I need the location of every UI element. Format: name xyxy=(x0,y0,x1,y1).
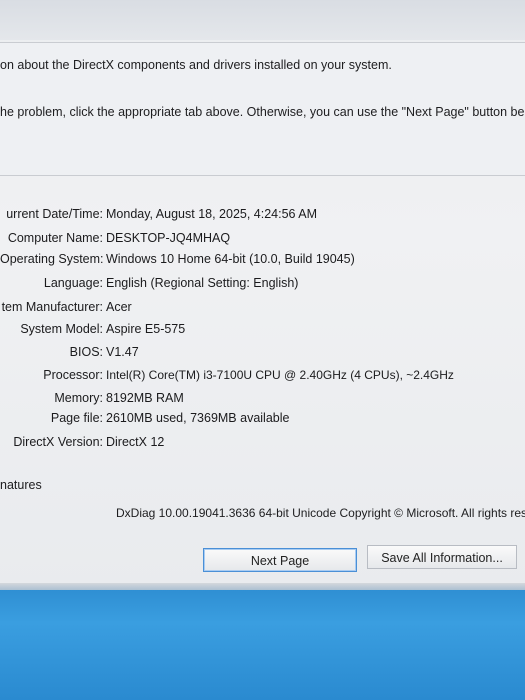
info-row-operating-system: Operating System: Windows 10 Home 64-bit… xyxy=(0,252,525,272)
info-row-processor: Processor: Intel(R) Core(TM) i3-7100U CP… xyxy=(0,368,525,388)
info-value: Monday, August 18, 2025, 4:24:56 AM xyxy=(106,207,318,221)
info-value: 2610MB used, 7369MB available xyxy=(106,411,290,425)
intro-line-1: on about the DirectX components and driv… xyxy=(0,58,392,72)
info-label: DirectX Version: xyxy=(13,435,103,449)
next-page-button[interactable]: Next Page xyxy=(203,548,357,572)
info-value: Aspire E5-575 xyxy=(106,322,186,336)
info-row-datetime: urrent Date/Time: Monday, August 18, 202… xyxy=(0,207,525,227)
info-row-language: Language: English (Regional Setting: Eng… xyxy=(0,276,525,296)
copyright-text: DxDiag 10.00.19041.3636 64-bit Unicode C… xyxy=(116,506,525,520)
intro-line-2: he problem, click the appropriate tab ab… xyxy=(0,105,525,119)
info-label: Operating System: xyxy=(0,252,104,266)
info-value: English (Regional Setting: English) xyxy=(106,276,299,290)
info-label: urrent Date/Time: xyxy=(6,207,103,221)
info-value: Acer xyxy=(106,300,132,314)
info-label: Processor: xyxy=(43,368,103,382)
info-label: Language: xyxy=(43,276,103,290)
info-row-bios: BIOS: V1.47 xyxy=(0,345,525,365)
tab-strip-area xyxy=(0,0,525,40)
info-label: System Model: xyxy=(20,322,103,336)
info-label: Page file: xyxy=(50,411,103,425)
info-label: Memory: xyxy=(54,391,103,405)
info-label: BIOS: xyxy=(69,345,103,359)
system-information-group: urrent Date/Time: Monday, August 18, 202… xyxy=(0,183,525,495)
info-row-manufacturer: tem Manufacturer: Acer xyxy=(0,300,525,320)
save-all-information-button[interactable]: Save All Information... xyxy=(367,545,517,569)
info-value: DirectX 12 xyxy=(106,435,165,449)
info-row-memory: Memory: 8192MB RAM xyxy=(0,391,525,411)
info-value: Windows 10 Home 64-bit (10.0, Build 1904… xyxy=(106,252,355,266)
info-value: DESKTOP-JQ4MHAQ xyxy=(106,231,231,245)
info-value: V1.47 xyxy=(106,345,139,359)
info-label: Computer Name: xyxy=(7,231,103,245)
info-label: tem Manufacturer: xyxy=(1,300,103,314)
desktop-background xyxy=(0,590,525,700)
info-row-directx-version: DirectX Version: DirectX 12 xyxy=(0,435,525,455)
signatures-label: natures xyxy=(0,478,42,492)
info-value: 8192MB RAM xyxy=(106,391,184,405)
dxdiag-window: on about the DirectX components and driv… xyxy=(0,0,525,590)
info-row-computer-name: Computer Name: DESKTOP-JQ4MHAQ xyxy=(0,231,525,251)
info-row-page-file: Page file: 2610MB used, 7369MB available xyxy=(0,411,525,431)
info-row-system-model: System Model: Aspire E5-575 xyxy=(0,322,525,342)
info-value: Intel(R) Core(TM) i3-7100U CPU @ 2.40GHz… xyxy=(106,368,454,382)
